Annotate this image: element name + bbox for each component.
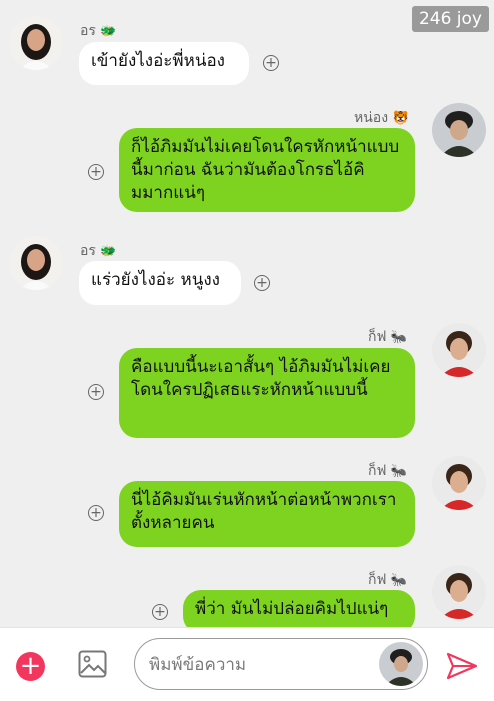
avatar-orn[interactable]: [9, 236, 63, 290]
avatar-gif[interactable]: [432, 565, 486, 619]
message-bubble[interactable]: คือแบบนี้นะเอาสั้นๆ ไอ้ภิมมันไม่เคยโดนใค…: [119, 348, 415, 438]
sender-name: ก็ฟ 🐜: [368, 329, 408, 345]
watermark: 246 joy: [411, 6, 489, 32]
add-reaction-icon[interactable]: +: [88, 384, 104, 400]
message-bubble[interactable]: เข้ายังไงอ่ะพี่หน่อง: [79, 42, 249, 85]
message-input[interactable]: [147, 651, 371, 679]
add-reaction-icon[interactable]: +: [88, 164, 104, 180]
sender-name: หน่อง 🐯: [354, 110, 409, 126]
add-reaction-icon[interactable]: +: [263, 55, 279, 71]
message-bubble[interactable]: แร่วยังไงอ่ะ หนูงง: [79, 261, 241, 305]
message-composer: +: [0, 627, 494, 701]
add-reaction-icon[interactable]: +: [254, 275, 270, 291]
message-bubble[interactable]: นี่ไอ้คิมมันเร่นหักหน้าต่อหน้าพวกเราตั้ง…: [119, 481, 415, 547]
avatar-orn[interactable]: [9, 16, 63, 70]
avatar-gif[interactable]: [432, 323, 486, 377]
add-reaction-icon[interactable]: +: [88, 505, 104, 521]
add-reaction-icon[interactable]: +: [152, 604, 168, 620]
avatar-gif[interactable]: [432, 456, 486, 510]
sender-name: ก็ฟ 🐜: [368, 463, 408, 479]
image-icon[interactable]: [78, 650, 107, 682]
sender-name: ก็ฟ 🐜: [368, 572, 408, 588]
message-input-box[interactable]: [134, 638, 428, 690]
avatar-nong[interactable]: [432, 103, 486, 157]
message-bubble[interactable]: ก็ไอ้ภิมมันไม่เคยโดนใครหักหน้าแบบนี้มาก่…: [119, 128, 415, 212]
send-icon[interactable]: [446, 652, 478, 684]
sender-name: อร 🐲: [80, 23, 117, 39]
plus-circle-icon[interactable]: +: [16, 652, 45, 681]
sender-name: อร 🐲: [80, 243, 117, 259]
avatar-self[interactable]: [379, 642, 423, 686]
